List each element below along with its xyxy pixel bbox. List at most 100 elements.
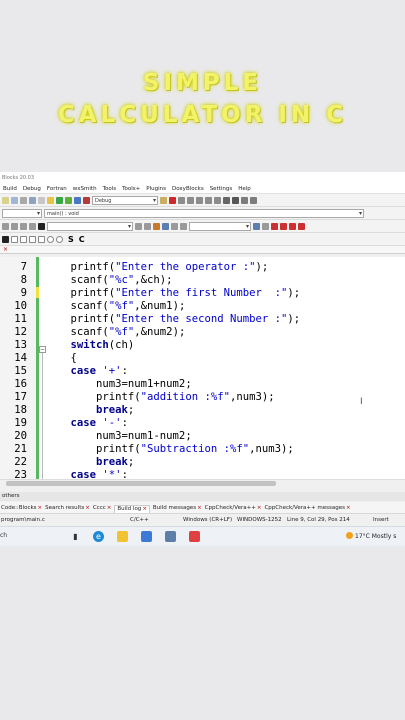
symbol-scope-select[interactable] — [2, 208, 42, 218]
menu-item-doxyblocks[interactable]: DoxyBlocks — [172, 186, 204, 193]
code-line[interactable]: 20 num3=num1-num2; — [0, 430, 405, 443]
menu-item-fortran[interactable]: Fortran — [47, 186, 67, 193]
menu-item-wxsmith[interactable]: wxSmith — [73, 186, 97, 193]
log-tab-search-results[interactable]: Search results× — [45, 505, 90, 513]
debug-info-icon[interactable] — [250, 196, 257, 204]
box-icon-4[interactable] — [38, 235, 45, 243]
pause-icon[interactable] — [223, 196, 230, 204]
log-tab-code-blocks[interactable]: Code::Blocks× — [1, 505, 42, 513]
jump-back-icon[interactable] — [2, 222, 9, 230]
search-combo-2[interactable] — [189, 221, 251, 231]
code-line[interactable]: 13 switch(ch) — [0, 339, 405, 352]
code-line[interactable]: 18 break; — [0, 404, 405, 417]
code-line[interactable]: 7 printf("Enter the operator :"); — [0, 261, 405, 274]
scrollbar-thumb[interactable] — [6, 481, 276, 486]
close-icon[interactable]: × — [346, 505, 351, 511]
code-line[interactable]: 15 case '+': — [0, 365, 405, 378]
replace-icon[interactable] — [38, 196, 45, 204]
print-icon[interactable] — [20, 196, 27, 204]
bookmark-clear-icon[interactable] — [298, 222, 305, 230]
log-tab-cppcheck-vera-[interactable]: CppCheck/Vera++× — [205, 505, 262, 513]
edit-icon[interactable] — [153, 222, 160, 230]
nav-tool2-icon[interactable] — [171, 222, 178, 230]
box-icon-2[interactable] — [20, 235, 27, 243]
stop-icon[interactable] — [232, 196, 239, 204]
next-icon[interactable] — [144, 222, 151, 230]
close-icon[interactable]: × — [85, 505, 90, 511]
debug-windows-icon[interactable] — [241, 196, 248, 204]
menu-item-debug[interactable]: Debug — [23, 186, 41, 193]
jump-forward-icon[interactable] — [11, 222, 18, 230]
step-instruction-icon[interactable] — [214, 196, 221, 204]
search-opt-icon[interactable] — [262, 222, 269, 230]
store-icon[interactable] — [165, 531, 176, 542]
file-explorer-icon[interactable] — [117, 531, 128, 542]
close-icon[interactable]: × — [107, 505, 112, 511]
search-combo-1[interactable] — [47, 221, 133, 231]
prev-icon[interactable] — [135, 222, 142, 230]
build-run-icon[interactable] — [65, 196, 72, 204]
close-icon[interactable]: × — [38, 505, 43, 511]
code-line[interactable]: 19 case '-': — [0, 417, 405, 430]
log-tab-cppcheck-vera-messages[interactable]: CppCheck/Vera++ messages× — [264, 505, 350, 513]
step-into-icon[interactable] — [187, 196, 194, 204]
edge-icon[interactable]: e — [93, 531, 104, 542]
code-line[interactable]: 21 printf("Subtraction :%f",num3); — [0, 443, 405, 456]
rebuild-icon[interactable] — [74, 196, 81, 204]
build-icon[interactable] — [47, 196, 54, 204]
menu-item-help[interactable]: Help — [238, 186, 251, 193]
close-icon[interactable]: × — [257, 505, 262, 511]
menu-item-plugins[interactable]: Plugins — [146, 186, 166, 193]
code-line[interactable]: 9 printf("Enter the first Number :"); — [0, 287, 405, 300]
mail-icon[interactable] — [141, 531, 152, 542]
run-icon[interactable] — [56, 196, 63, 204]
function-select[interactable]: main() : void — [44, 208, 364, 218]
bookmark-red-icon[interactable] — [271, 222, 278, 230]
menu-item-tools-[interactable]: Tools+ — [122, 186, 140, 193]
step-icon[interactable] — [178, 196, 185, 204]
log-tab-build-messages[interactable]: Build messages× — [153, 505, 202, 513]
find-icon[interactable] — [29, 196, 36, 204]
code-line[interactable]: 16 num3=num1+num2; — [0, 378, 405, 391]
code-line[interactable]: 17 printf("addition :%f",num3); — [0, 391, 405, 404]
log-tab-cccc[interactable]: Cccc× — [93, 505, 112, 513]
menu-item-build[interactable]: Build — [3, 186, 17, 193]
search-go-icon[interactable] — [253, 222, 260, 230]
toggle-comment-icon[interactable] — [20, 222, 27, 230]
build-target-select[interactable]: Debug — [92, 195, 158, 205]
code-editor[interactable]: − 7 printf("Enter the operator :"); 8 sca… — [0, 257, 405, 479]
nav-tool-icon[interactable] — [162, 222, 169, 230]
save-icon[interactable] — [11, 196, 18, 204]
bookmark-prev-icon[interactable] — [289, 222, 296, 230]
highlight-icon[interactable] — [38, 222, 45, 230]
close-icon[interactable]: × — [142, 506, 147, 512]
code-line[interactable]: 23 case '*': — [0, 469, 405, 479]
zoom-in-icon[interactable] — [47, 235, 54, 243]
log-tab-build-log[interactable]: Build log× — [114, 505, 150, 513]
code-line[interactable]: 10 scanf("%f",&num1); — [0, 300, 405, 313]
zoom-out-icon[interactable] — [56, 235, 63, 243]
weather-widget[interactable]: 17°C Mostly s — [346, 532, 396, 540]
debug-run-icon[interactable] — [169, 196, 176, 204]
nav-tool3-icon[interactable] — [180, 222, 187, 230]
code-line[interactable]: 8 scanf("%c",&ch); — [0, 274, 405, 287]
close-icon[interactable]: × — [197, 505, 202, 511]
box-icon-3[interactable] — [29, 235, 36, 243]
code-line[interactable]: 14 { — [0, 352, 405, 365]
open-icon[interactable] — [2, 196, 9, 204]
task-view-icon[interactable]: ▮ — [70, 531, 81, 542]
bookmark-next-icon[interactable] — [280, 222, 287, 230]
step-out-icon[interactable] — [196, 196, 203, 204]
editor-tab-close[interactable]: × — [0, 246, 405, 254]
search-c-icon[interactable]: C — [79, 235, 85, 244]
target-options-icon[interactable] — [160, 196, 167, 204]
menu-item-tools[interactable]: Tools — [103, 186, 117, 193]
taskbar-search[interactable]: ch — [0, 532, 7, 539]
code-line[interactable]: 22 break; — [0, 456, 405, 469]
code-line[interactable]: 12 scanf("%f",&num2); — [0, 326, 405, 339]
next-instruction-icon[interactable] — [205, 196, 212, 204]
code-line[interactable]: 11 printf("Enter the second Number :"); — [0, 313, 405, 326]
codeblocks-taskbar-icon[interactable] — [189, 531, 200, 542]
abort-icon[interactable] — [83, 196, 90, 204]
menu-item-settings[interactable]: Settings — [210, 186, 233, 193]
